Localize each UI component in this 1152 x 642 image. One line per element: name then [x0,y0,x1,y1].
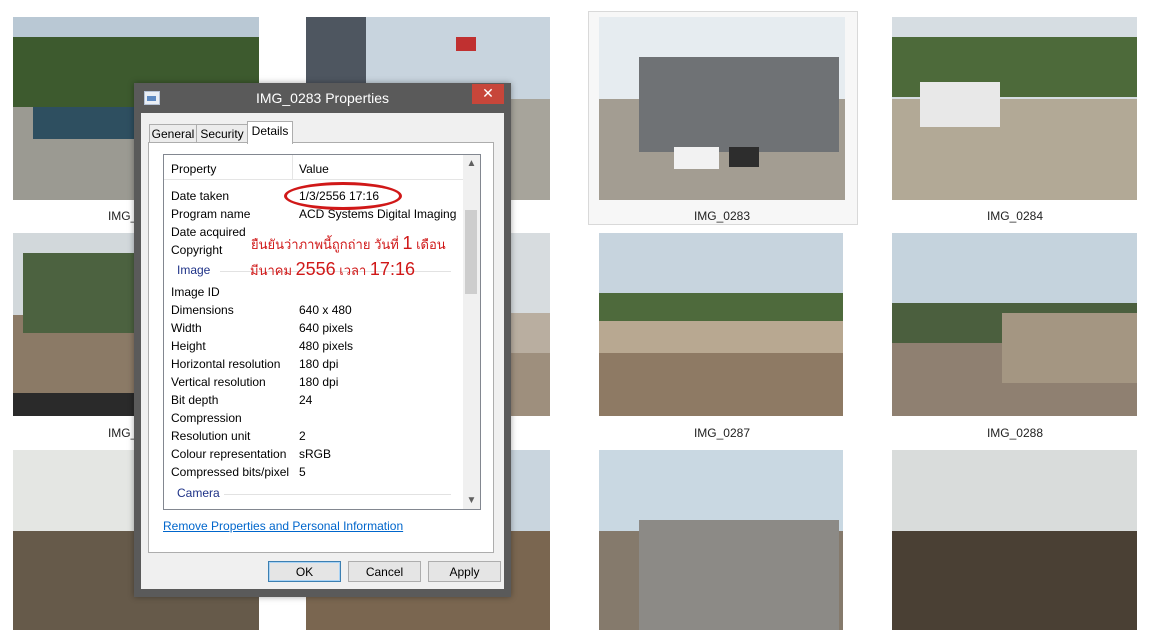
property-name: Compression [171,411,242,425]
property-value: 640 pixels [299,321,354,335]
dialog-titlebar[interactable]: IMG_0283 Properties ✕ [134,83,511,113]
group-label: Image [177,263,211,277]
property-name: Image ID [171,285,220,299]
tab-security[interactable]: Security [196,124,248,143]
annotation-year: 2556 [295,259,336,279]
annotation-text: เวลา [335,263,370,278]
property-value: 2 [299,429,306,443]
property-row[interactable]: Compression [164,409,463,427]
property-value: sRGB [299,447,332,461]
thumbnail-img-0283[interactable] [599,17,845,200]
annotation-line-2: มีนาคม 2556 เวลา 17:16 [250,259,415,281]
tab-details[interactable]: Details [247,121,293,144]
property-row[interactable]: Bit depth 24 [164,391,463,409]
thumbnail-img-0287[interactable] [599,233,843,416]
annotation-text: มีนาคม [250,263,296,278]
thumbnail-caption: IMG_0283 [693,209,751,223]
property-value: 180 dpi [299,375,339,389]
thumbnail-img-0284[interactable] [892,17,1137,200]
close-button[interactable]: ✕ [472,84,504,104]
dialog-title: IMG_0283 Properties [255,90,390,106]
column-header-property[interactable]: Property [171,162,216,176]
remove-properties-link[interactable]: Remove Properties and Personal Informati… [163,519,403,533]
column-divider[interactable] [292,155,293,179]
property-name: Program name [171,207,251,221]
property-name: Copyright [171,243,223,257]
property-row[interactable]: Height 480 pixels [164,337,463,355]
scroll-up-icon[interactable]: ▲ [463,155,480,172]
thumbnail[interactable] [892,450,1137,630]
annotation-line-1: ยืนยันว่าภาพนี้ถูกถ่าย วันที่ 1 เดือน [251,233,446,255]
thumbnail-caption: IMG_0288 [986,426,1044,440]
property-value: 5 [299,465,306,479]
thumbnail[interactable] [599,450,843,630]
annotation-text: ยืนยันว่าภาพนี้ถูกถ่าย วันที่ [251,237,403,252]
thumbnail-img-0288[interactable] [892,233,1137,416]
property-row[interactable]: Horizontal resolution 180 dpi [164,355,463,373]
ok-button[interactable]: OK [268,561,341,582]
group-header-camera: Camera [164,485,463,503]
property-name: Bit depth [171,393,219,407]
annotation-text: เดือน [412,237,446,252]
property-name: Date taken [171,189,230,203]
highlight-ellipse [284,182,402,210]
property-row[interactable]: Width 640 pixels [164,319,463,337]
group-divider [224,494,451,495]
thumbnail-caption: IMG_0287 [693,426,751,440]
property-name: Compressed bits/pixel [171,465,290,479]
property-name: Resolution unit [171,429,251,443]
property-row[interactable]: Image ID [164,283,463,301]
property-row[interactable]: Colour representation sRGB [164,445,463,463]
scroll-thumb[interactable] [465,210,477,294]
property-name: Dimensions [171,303,234,317]
vertical-scrollbar[interactable]: ▲ ▼ [463,155,480,509]
property-row[interactable]: Dimensions 640 x 480 [164,301,463,319]
property-name: Date acquired [171,225,246,239]
property-row[interactable]: Compressed bits/pixel 5 [164,463,463,481]
property-row[interactable]: Vertical resolution 180 dpi [164,373,463,391]
list-header: Property Value [164,155,463,180]
annotation-day: 1 [402,233,413,253]
property-name: Colour representation [171,447,287,461]
property-name: Vertical resolution [171,375,266,389]
apply-button[interactable]: Apply [428,561,501,582]
thumbnail-caption: IMG_0284 [986,209,1044,223]
property-value: 480 pixels [299,339,354,353]
annotation-time: 17:16 [369,259,415,279]
cancel-button[interactable]: Cancel [348,561,421,582]
properties-dialog: IMG_0283 Properties ✕ General Security D… [134,83,511,597]
property-name: Height [171,339,206,353]
column-header-value[interactable]: Value [299,162,329,176]
tab-general[interactable]: General [149,124,197,143]
group-label: Camera [177,486,220,500]
scroll-down-icon[interactable]: ▼ [463,492,480,509]
property-name: Width [171,321,202,335]
property-row[interactable]: Resolution unit 2 [164,427,463,445]
property-value: 180 dpi [299,357,339,371]
property-value: 24 [299,393,313,407]
property-value: 640 x 480 [299,303,352,317]
property-name: Horizontal resolution [171,357,281,371]
